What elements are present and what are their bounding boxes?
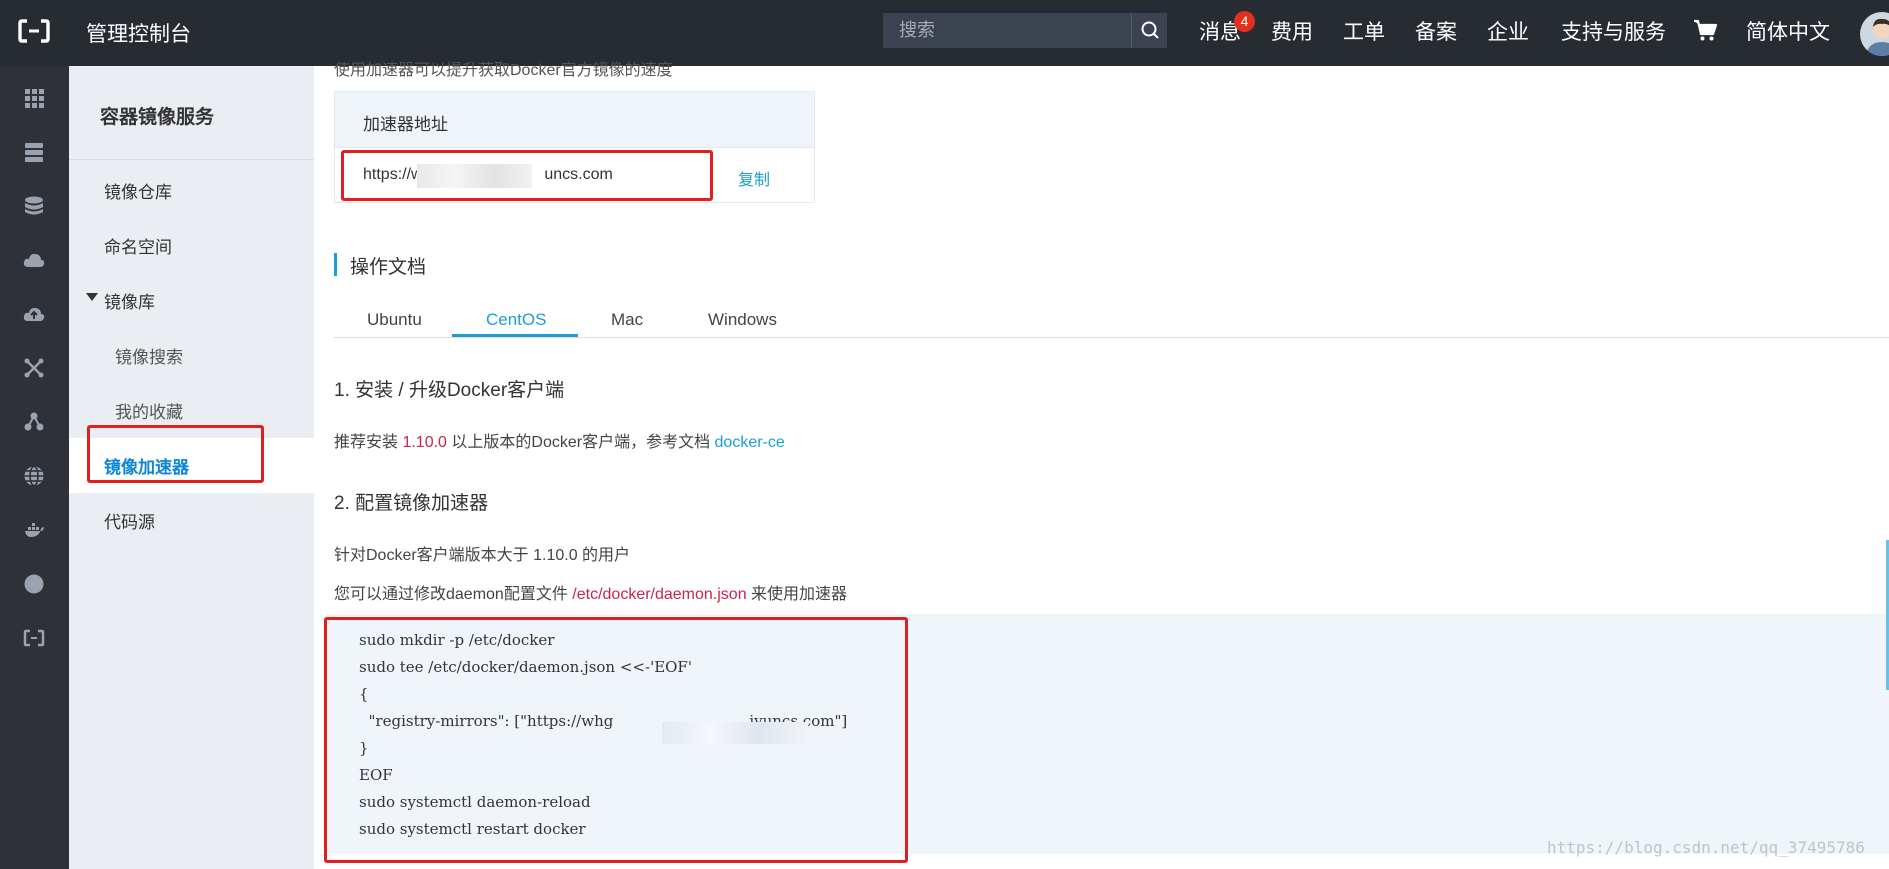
sidebar-item-repo[interactable]: 镜像仓库: [104, 178, 172, 203]
caret-down-icon[interactable]: [86, 293, 98, 301]
sidebar-divider: [69, 159, 314, 160]
cloud-icon[interactable]: [22, 248, 46, 272]
docker-whale-icon[interactable]: [22, 518, 46, 542]
highlight-box-sidebar: [87, 425, 264, 483]
step1-title: 1. 安装 / 升级Docker客户端: [334, 380, 565, 401]
main-content: 使用加速器可以提升获取Docker官方镜像的速度 加速器地址 https://w…: [314, 62, 1889, 869]
database-icon[interactable]: [22, 194, 46, 218]
step2-line2: 您可以通过修改daemon配置文件 /etc/docker/daemon.jso…: [334, 580, 847, 604]
nav-support[interactable]: 支持与服务: [1561, 16, 1666, 46]
accelerator-header-label: 加速器地址: [363, 115, 448, 134]
daemon-json-path: /etc/docker/daemon.json: [572, 586, 747, 603]
intro-text: 使用加速器可以提升获取Docker官方镜像的速度: [334, 62, 673, 79]
nav-enterprise[interactable]: 企业: [1487, 16, 1529, 46]
docs-section-title: 操作文档: [350, 257, 427, 278]
tab-windows[interactable]: Windows: [708, 310, 777, 330]
copy-link[interactable]: 复制: [738, 166, 770, 190]
nav-tickets[interactable]: 工单: [1343, 16, 1385, 46]
nav-filing[interactable]: 备案: [1415, 16, 1457, 46]
nav-language[interactable]: 简体中文: [1746, 16, 1830, 46]
step2-line2-after: 来使用加速器: [746, 586, 848, 603]
step1-text-middle: 以上版本的Docker客户端，参考文档: [446, 434, 715, 451]
aliyun-logo-icon[interactable]: [18, 18, 50, 44]
grid-apps-icon[interactable]: [22, 86, 46, 110]
server-icon[interactable]: [22, 140, 46, 164]
tab-centos[interactable]: CentOS: [486, 310, 546, 330]
section-accent-bar: [334, 253, 337, 276]
docker-ce-link[interactable]: docker-ce: [715, 434, 785, 451]
cloud-upload-icon[interactable]: [22, 302, 46, 326]
search-box: [883, 13, 1167, 48]
highlight-box-code: [324, 617, 908, 863]
active-tab-underline: [452, 334, 578, 337]
step1-version: 1.10.0: [402, 434, 447, 451]
globe-icon[interactable]: [22, 464, 46, 488]
sidebar-title: 容器镜像服务: [100, 107, 215, 128]
step2-line1: 针对Docker客户端版本大于 1.10.0 的用户: [334, 547, 631, 564]
sidebar-item-code-source[interactable]: 代码源: [104, 508, 155, 533]
cross-nodes-icon[interactable]: [22, 356, 46, 380]
product-icon-bar: [0, 66, 69, 869]
sidebar-item-namespace[interactable]: 命名空间: [104, 233, 172, 258]
console-title[interactable]: 管理控制台: [86, 18, 191, 48]
tab-mac[interactable]: Mac: [611, 310, 643, 330]
search-button[interactable]: [1131, 13, 1167, 48]
avatar-icon: [1866, 18, 1889, 56]
cluster-icon[interactable]: [22, 410, 46, 434]
circle-icon[interactable]: [22, 572, 46, 596]
sidebar-item-library[interactable]: 镜像库: [104, 288, 155, 313]
step2-line2-before: 您可以通过修改daemon配置文件: [334, 586, 573, 603]
step1-text: 推荐安装 1.10.0 以上版本的Docker客户端，参考文档 docker-c…: [334, 428, 785, 452]
top-navigation-bar: 管理控制台 消息 4 费用 工单 备案 企业 支持与服务 简体中文: [0, 0, 1889, 66]
tab-ubuntu[interactable]: Ubuntu: [367, 310, 422, 330]
sidebar-item-favorites[interactable]: 我的收藏: [115, 398, 183, 423]
search-input[interactable]: [883, 13, 1131, 48]
os-tabs: Ubuntu CentOS Mac Windows: [334, 308, 1889, 338]
watermark: https://blog.csdn.net/qq_37495786: [1547, 838, 1865, 857]
nav-billing[interactable]: 费用: [1271, 16, 1313, 46]
aliyun-small-logo-icon[interactable]: [22, 626, 46, 650]
search-icon: [1141, 21, 1159, 39]
messages-badge: 4: [1234, 11, 1255, 32]
cart-icon[interactable]: [1692, 18, 1718, 42]
step1-text-before: 推荐安装: [334, 434, 403, 451]
service-sidebar: 容器镜像服务 镜像仓库 命名空间 镜像库 镜像搜索 我的收藏 镜像加速器 代码源: [69, 66, 314, 869]
step2-title: 2. 配置镜像加速器: [334, 493, 489, 514]
sidebar-item-search[interactable]: 镜像搜索: [115, 343, 183, 368]
accelerator-table-header: 加速器地址: [335, 92, 814, 148]
highlight-box-url: [341, 150, 713, 201]
user-avatar[interactable]: [1860, 12, 1889, 56]
